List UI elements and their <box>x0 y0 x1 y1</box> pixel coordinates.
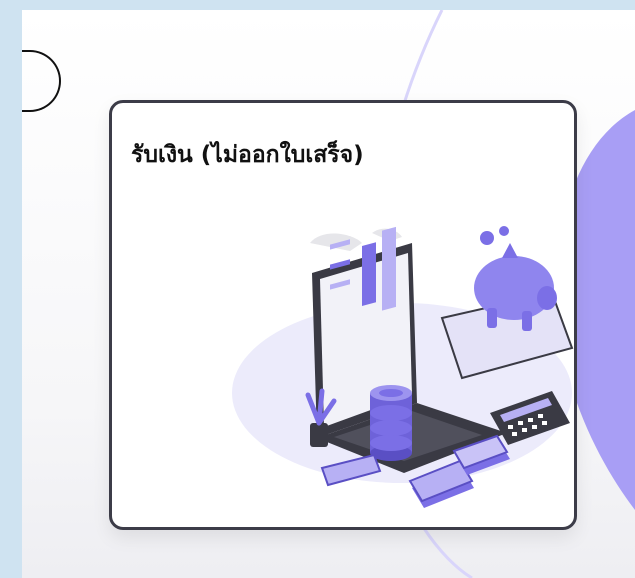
finance-illustration <box>232 226 574 508</box>
receive-money-card[interactable]: รับเงิน (ไม่ออกใบเสร็จ) <box>109 100 577 530</box>
coin-stack <box>370 385 412 461</box>
content-area: รับเงิน (ไม่ออกใบเสร็จ) <box>22 10 635 578</box>
